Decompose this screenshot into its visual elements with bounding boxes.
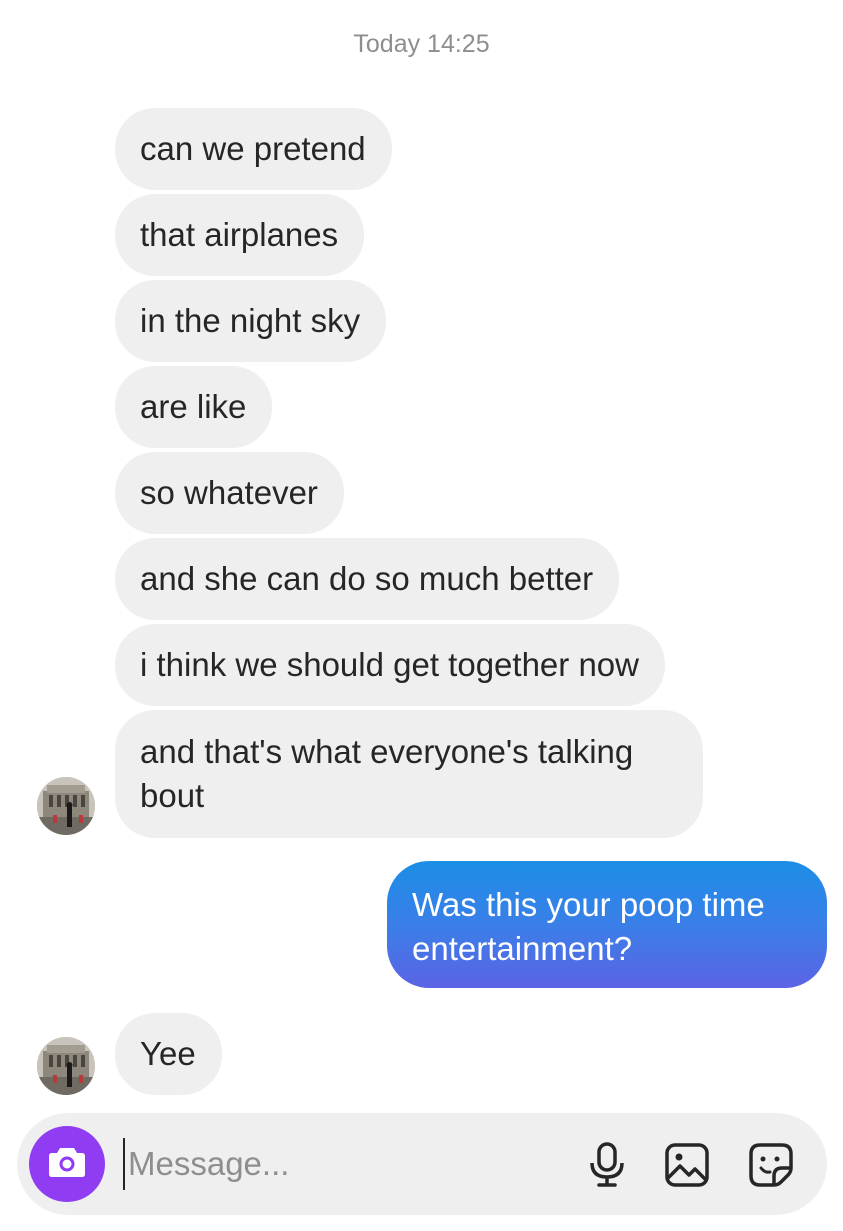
incoming-message[interactable]: can we pretend: [115, 108, 392, 190]
incoming-message[interactable]: that airplanes: [115, 194, 365, 276]
sender-avatar[interactable]: [37, 1037, 95, 1095]
message-timestamp: Today 14:25: [353, 30, 490, 58]
gallery-icon: [664, 1142, 710, 1188]
incoming-message[interactable]: i think we should get together now: [115, 624, 665, 706]
camera-icon: [47, 1145, 87, 1184]
incoming-message[interactable]: so whatever: [115, 452, 344, 534]
sticker-icon: [748, 1142, 794, 1188]
message-input[interactable]: Message...: [123, 1138, 548, 1190]
incoming-message[interactable]: Yee: [115, 1013, 222, 1095]
sticker-button[interactable]: [748, 1142, 794, 1188]
incoming-message[interactable]: and that's what everyone's talking bout: [115, 710, 703, 838]
camera-button[interactable]: [29, 1126, 105, 1202]
incoming-message[interactable]: in the night sky: [115, 280, 387, 362]
sender-avatar[interactable]: [37, 777, 95, 835]
message-composer: Message...: [17, 1113, 827, 1215]
microphone-button[interactable]: [584, 1142, 630, 1188]
outgoing-message[interactable]: Was this your poop time entertainment?: [387, 861, 827, 988]
gallery-button[interactable]: [664, 1142, 710, 1188]
microphone-icon: [584, 1142, 630, 1188]
incoming-message[interactable]: are like: [115, 366, 273, 448]
incoming-message[interactable]: and she can do so much better: [115, 538, 620, 620]
